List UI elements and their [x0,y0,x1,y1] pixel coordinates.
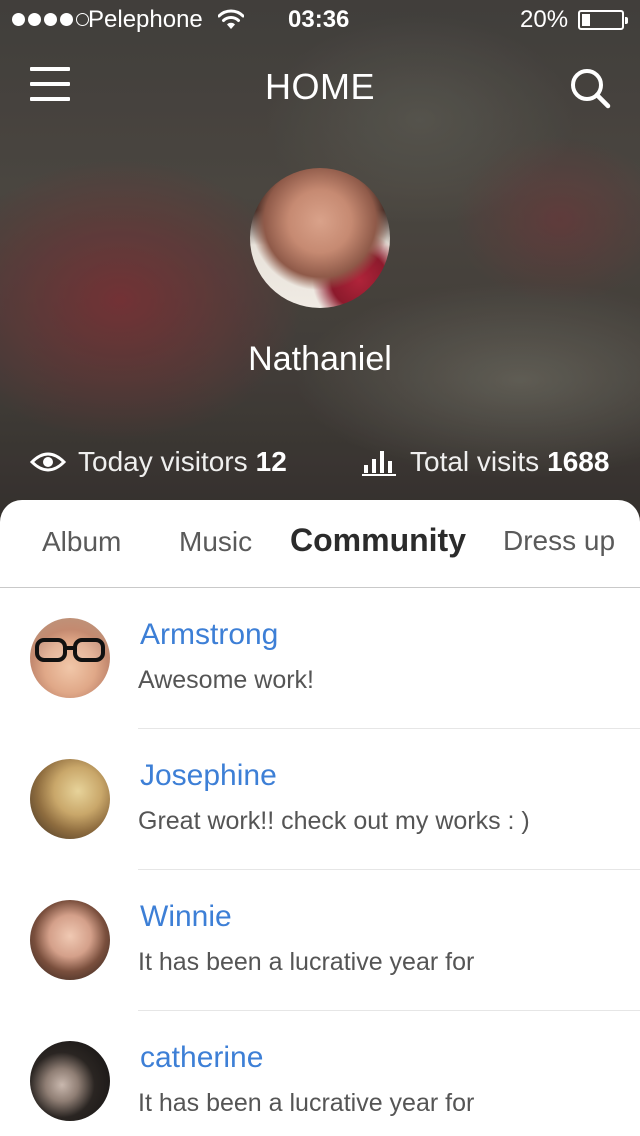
visit-stats: Today visitors 12 Total visits 1688 [0,446,640,486]
today-visitors-stat: Today visitors 12 [30,446,287,478]
tab-album[interactable]: Album [42,526,121,558]
carrier-name: Pelephone [88,6,203,33]
navigation-bar: HOME [0,50,640,120]
eye-icon [30,452,66,472]
comment-text: It has been a lucrative year for [138,948,475,976]
search-icon[interactable] [568,66,612,110]
comment-text: Awesome work! [138,666,314,694]
status-bar: Pelephone 03:36 20% [0,0,640,40]
signal-strength-icon [12,13,89,26]
wifi-icon [218,9,244,29]
list-item[interactable]: Winnie It has been a lucrative year for [0,870,640,1011]
status-time: 03:36 [288,6,350,33]
glasses-icon [35,638,105,662]
list-item[interactable]: Armstrong Awesome work! [0,588,640,729]
list-item[interactable]: catherine It has been a lucrative year f… [0,1011,640,1136]
battery-percentage: 20% [520,6,569,33]
commenter-name[interactable]: Winnie [140,900,232,934]
profile-name: Nathaniel [248,340,392,378]
avatar[interactable] [30,759,110,839]
commenter-name[interactable]: Armstrong [140,618,278,652]
today-visitors-label: Today visitors [78,446,248,477]
tab-dress-up[interactable]: Dress up [503,525,615,557]
tab-music[interactable]: Music [179,526,252,558]
avatar[interactable] [30,1041,110,1121]
tab-community[interactable]: Community [290,522,466,559]
content-card: Album Music Community Dress up Armstrong… [0,500,640,1136]
profile-avatar[interactable] [250,168,390,308]
avatar[interactable] [30,900,110,980]
battery-icon [578,10,628,30]
comment-text: Great work!! check out my works : ) [138,807,530,835]
commenter-name[interactable]: Josephine [140,759,277,793]
community-comment-list: Armstrong Awesome work! Josephine Great … [0,588,640,1136]
today-visitors-value: 12 [255,446,287,477]
total-visits-label: Total visits [410,446,540,477]
list-item[interactable]: Josephine Great work!! check out my work… [0,729,640,870]
bar-chart-icon [362,451,396,476]
avatar[interactable] [30,618,110,698]
tab-bar: Album Music Community Dress up [0,500,640,588]
total-visits-stat: Total visits 1688 [362,446,609,478]
commenter-name[interactable]: catherine [140,1041,263,1075]
total-visits-value: 1688 [547,446,610,477]
comment-text: It has been a lucrative year for [138,1089,475,1117]
page-title: HOME [265,66,375,107]
